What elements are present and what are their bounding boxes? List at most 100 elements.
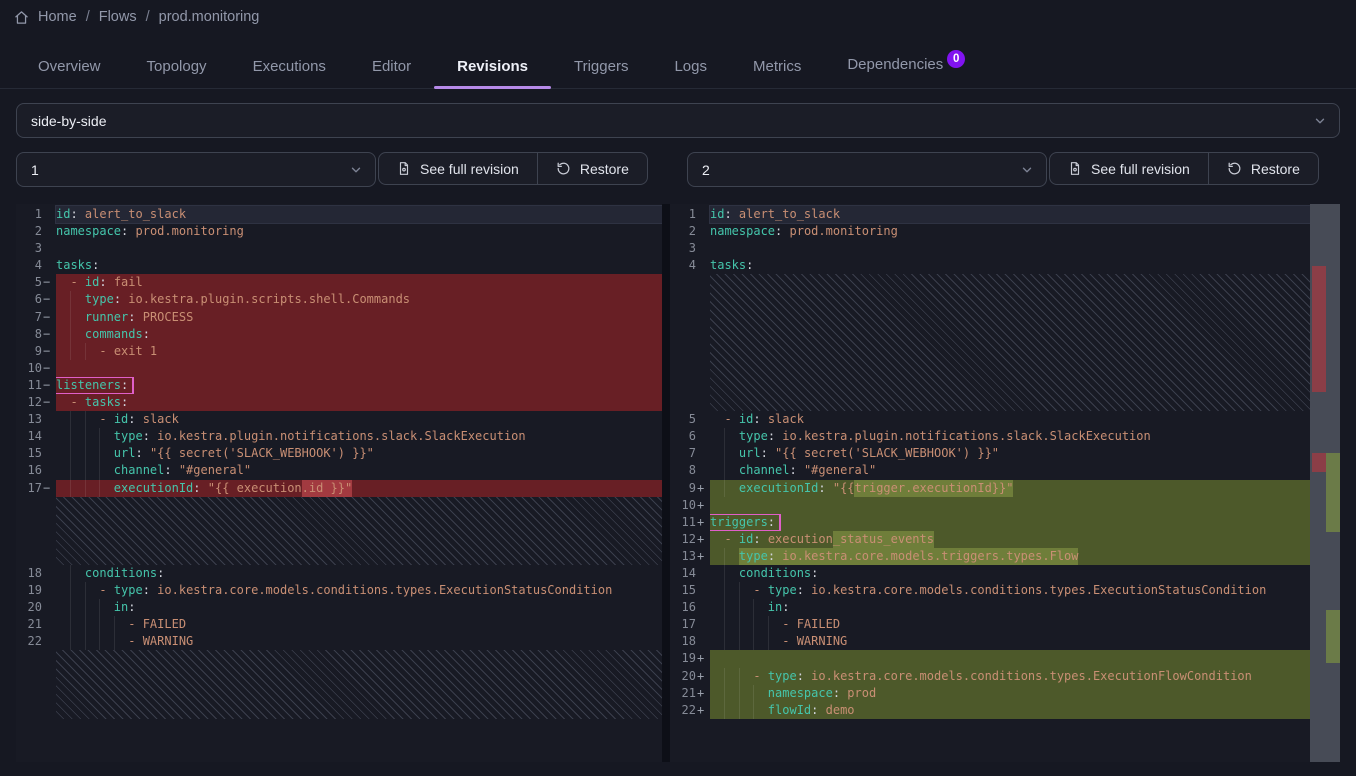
right-restore-button[interactable]: Restore (1208, 152, 1319, 185)
code-content: id: alert_to_slack (56, 206, 662, 223)
code-content: - tasks: (56, 394, 662, 411)
code-line: 20+ - type: io.kestra.core.models.condit… (670, 668, 1340, 685)
code-content: - WARNING (56, 633, 662, 650)
chevron-down-icon (1313, 114, 1327, 128)
tab-editor[interactable]: Editor (349, 48, 434, 88)
code-content: executionId: "{{ execution.id }}" (56, 480, 662, 497)
tab-triggers[interactable]: Triggers (551, 48, 651, 88)
pane-divider[interactable] (662, 204, 670, 762)
line-number: 17 (670, 616, 696, 633)
tab-dependencies[interactable]: Dependencies0 (824, 46, 988, 88)
tab-revisions[interactable]: Revisions (434, 48, 551, 88)
file-icon (397, 161, 411, 176)
diff-marker: − (42, 480, 56, 497)
code-content: - exit 1 (56, 343, 662, 360)
left-revision-controls: 1 See full revision Restore (16, 152, 669, 187)
code-content: id: alert_to_slack (710, 206, 1340, 223)
code-content: channel: "#general" (710, 462, 1340, 479)
line-number: 21 (670, 685, 696, 702)
line-number: 18 (670, 633, 696, 650)
diff-marker: − (42, 309, 56, 326)
diff-pane-modified[interactable]: 1 id: alert_to_slack2namespace: prod.moni… (670, 204, 1340, 762)
diff-pane-original[interactable]: 1id: alert_to_slack2namespace: prod.moni… (16, 204, 662, 762)
diff-marker: + (696, 685, 710, 702)
diff-marker (42, 445, 56, 462)
diff-marker (696, 462, 710, 479)
code-line: 1 id: alert_to_slack (670, 206, 1340, 223)
code-content: - id: slack (710, 411, 1340, 428)
diff-ruler-insertion (1326, 610, 1340, 663)
tab-logs[interactable]: Logs (651, 48, 730, 88)
left-revision-select[interactable]: 1 (16, 152, 376, 187)
line-number: 10 (16, 360, 42, 377)
code-line: 3 (16, 240, 662, 257)
home-icon[interactable] (14, 10, 29, 25)
chevron-down-icon (1020, 163, 1034, 177)
overview-ruler (1310, 204, 1340, 762)
left-restore-button[interactable]: Restore (537, 152, 648, 185)
code-line: 2namespace: prod.monitoring (670, 223, 1340, 240)
line-number: 9 (670, 480, 696, 497)
diff-marker (696, 633, 710, 650)
breadcrumb-item-home[interactable]: Home (38, 9, 77, 25)
line-number: 10 (670, 497, 696, 514)
code-content (56, 240, 662, 257)
line-number: 14 (670, 565, 696, 582)
diff-mode-value: side-by-side (31, 113, 106, 129)
diff-filler (16, 650, 662, 718)
code-content: - FAILED (710, 616, 1340, 633)
code-content: in: (56, 599, 662, 616)
code-line: 10− (16, 360, 662, 377)
diff-marker (696, 428, 710, 445)
tab-metrics[interactable]: Metrics (730, 48, 824, 88)
code-content (710, 240, 1340, 257)
tab-overview[interactable]: Overview (15, 48, 124, 88)
diff-marker (696, 565, 710, 582)
see-full-revision-label: See full revision (1091, 161, 1190, 177)
line-number: 20 (670, 668, 696, 685)
tab-executions[interactable]: Executions (230, 48, 349, 88)
line-number: 14 (16, 428, 42, 445)
code-line: 7− runner: PROCESS (16, 309, 662, 326)
diff-marker (42, 565, 56, 582)
code-line: 20 in: (16, 599, 662, 616)
diff-marker (696, 582, 710, 599)
line-number: 13 (16, 411, 42, 428)
diff-marker (696, 206, 710, 223)
code-line: 18 conditions: (16, 565, 662, 582)
line-number: 19 (16, 582, 42, 599)
code-line: 21 - FAILED (16, 616, 662, 633)
code-line: 12+ - id: execution_status_events (670, 531, 1340, 548)
code-line: 1 id: alert_to_slack (16, 206, 662, 223)
right-see-full-revision-button[interactable]: See full revision (1049, 152, 1209, 185)
tab-label: Triggers (574, 58, 628, 75)
diff-marker: + (696, 650, 710, 667)
code-line: 5− - id: fail (16, 274, 662, 291)
right-revision-select[interactable]: 2 (687, 152, 1047, 187)
diff-filler (670, 274, 1340, 411)
line-number: 5 (670, 411, 696, 428)
line-number: 4 (16, 257, 42, 274)
code-line: 3 (670, 240, 1340, 257)
left-see-full-revision-button[interactable]: See full revision (378, 152, 538, 185)
line-number: 6 (16, 291, 42, 308)
line-number: 1 (670, 206, 696, 223)
line-number: 1 (16, 206, 42, 223)
code-line: 4tasks: (16, 257, 662, 274)
code-content: commands: (56, 326, 662, 343)
right-revision-controls: 2 See full revision Restore (687, 152, 1340, 187)
tab-label: Revisions (457, 58, 528, 75)
code-line: 11+triggers: (670, 514, 1340, 531)
code-content: - id: slack (56, 411, 662, 428)
diff-mode-select[interactable]: side-by-side (16, 103, 1340, 138)
code-line: 5 - id: slack (670, 411, 1340, 428)
code-content: type: io.kestra.core.models.triggers.typ… (710, 548, 1340, 565)
code-content: tasks: (710, 257, 1340, 274)
code-line: 16 in: (670, 599, 1340, 616)
breadcrumb-item-flows[interactable]: Flows (99, 9, 137, 25)
tab-topology[interactable]: Topology (124, 48, 230, 88)
code-line: 6 type: io.kestra.plugin.notifications.s… (670, 428, 1340, 445)
code-content: - FAILED (56, 616, 662, 633)
line-number: 3 (670, 240, 696, 257)
code-line: 19 - type: io.kestra.core.models.conditi… (16, 582, 662, 599)
